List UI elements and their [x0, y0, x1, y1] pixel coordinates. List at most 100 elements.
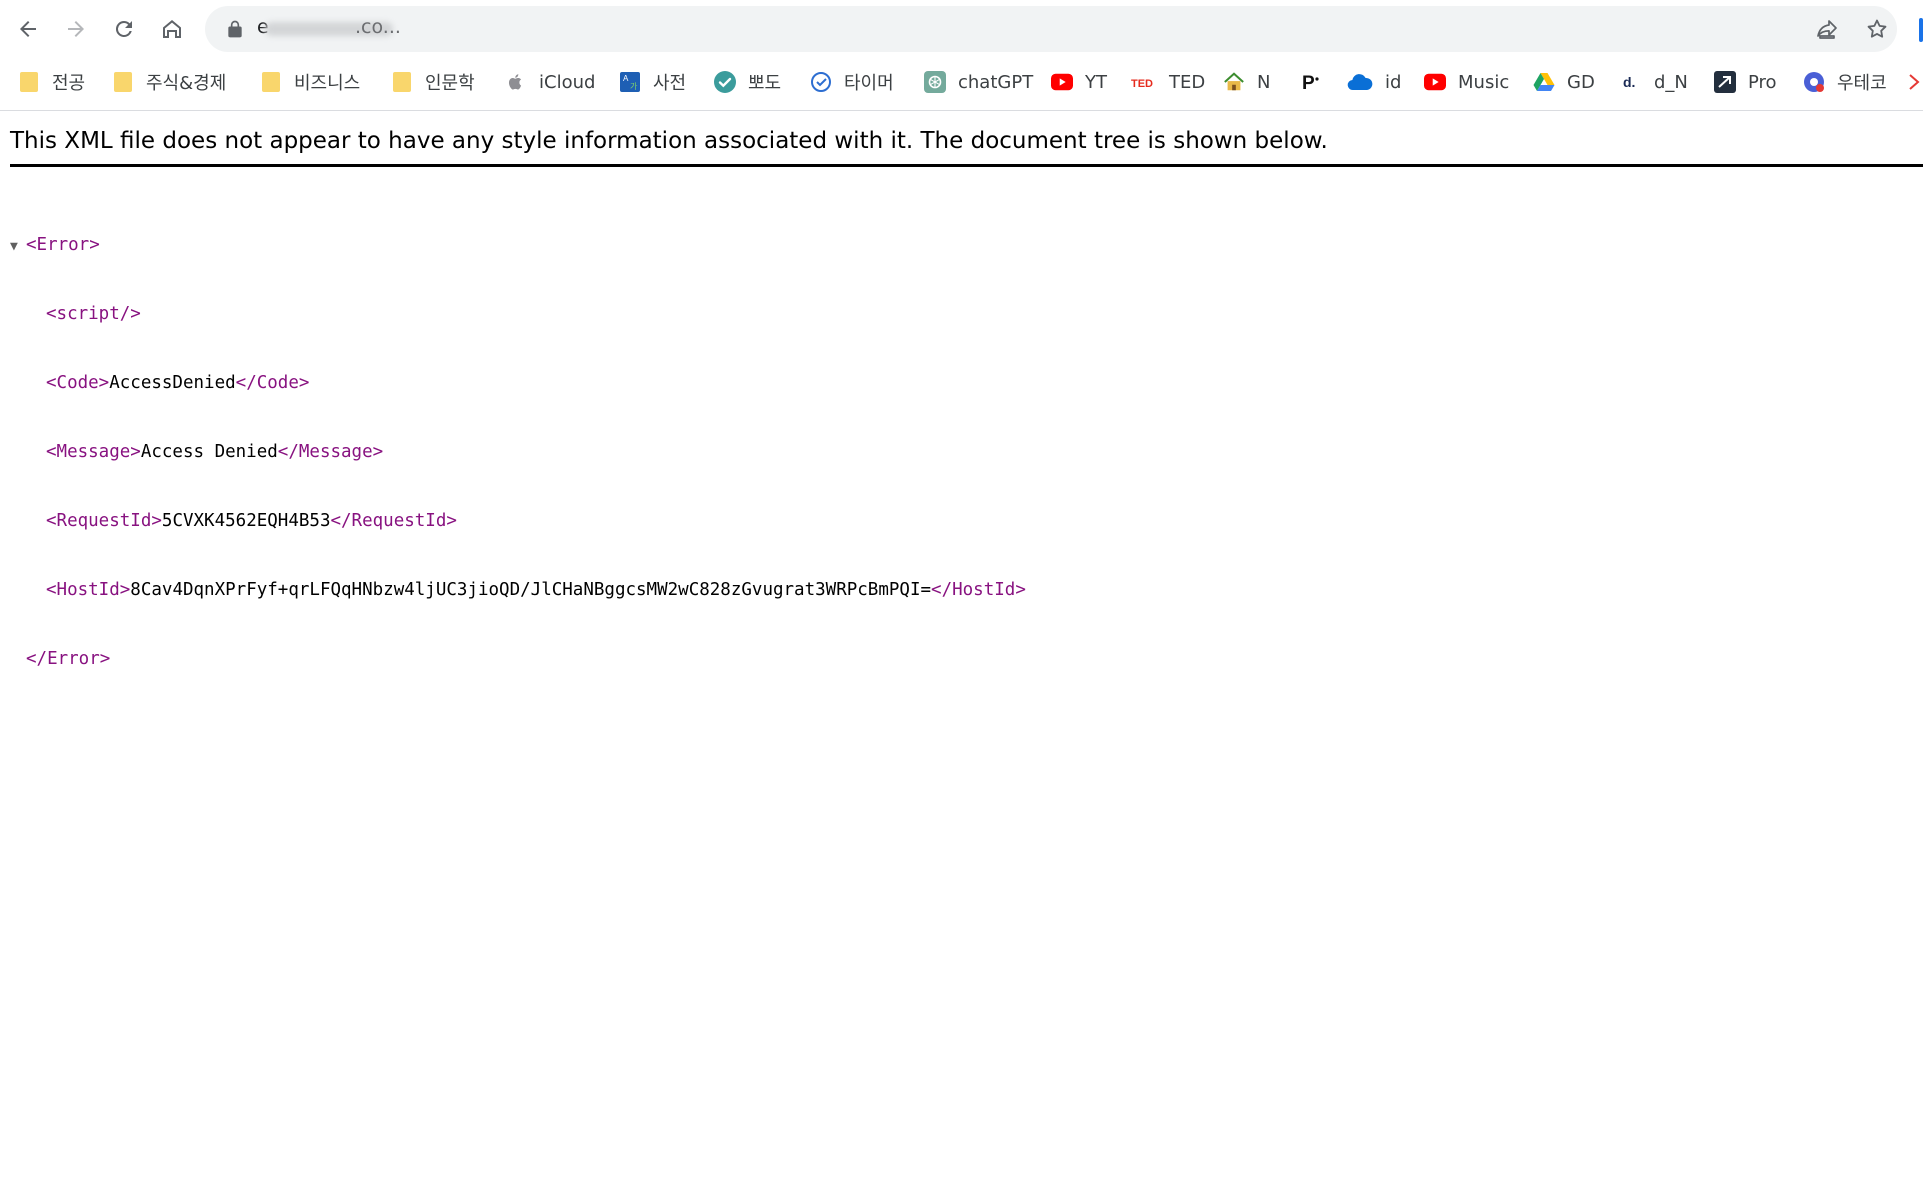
share-icon[interactable] — [1815, 17, 1839, 41]
svg-text:d.: d. — [1623, 74, 1635, 90]
p-logo-icon: P — [1300, 71, 1322, 93]
bookmark-d-n[interactable]: d. d_N — [1620, 58, 1688, 106]
folder-icon — [260, 71, 282, 93]
ted-icon: TED — [1131, 71, 1157, 93]
bookmark-chatgpt[interactable]: chatGPT — [924, 58, 1033, 106]
xml-requestid-line: <RequestId>5CVXK4562EQH4B53</RequestId> — [10, 510, 1026, 533]
url-text-tail: .co... — [355, 16, 401, 38]
bookmark-folder-비즈니스[interactable]: 비즈니스 — [260, 58, 360, 106]
bookmark-label: 뽀도 — [748, 73, 782, 94]
bookmark-label: 우테코 — [1837, 73, 1887, 94]
chrome-profile-icon — [1803, 71, 1825, 93]
bookmark-label: GD — [1567, 71, 1595, 93]
bookmark-music[interactable]: Music — [1424, 58, 1509, 106]
bookmark-label: Pro — [1748, 71, 1777, 93]
bookmark-pro[interactable]: Pro — [1714, 58, 1777, 106]
bookmark-label: 사전 — [653, 73, 687, 94]
bookmark-folder-주식경제[interactable]: 주식&경제 — [112, 58, 226, 106]
xml-error-open-line: ▼ <Error> — [10, 234, 1026, 257]
bookmark-label: d_N — [1654, 71, 1688, 93]
xml-tag: </RequestId> — [330, 511, 457, 531]
bookmark-label: 인문학 — [425, 73, 475, 94]
home-button[interactable] — [154, 11, 190, 47]
bookmarks-bar: 전공 주식&경제 비즈니스 인문학 iCloud A가 사전 뽀도 타이머 ch… — [0, 58, 1923, 111]
check-circle-icon — [714, 71, 736, 93]
bookmark-우테코[interactable]: 우테코 — [1803, 58, 1887, 106]
bookmark-label: 주식&경제 — [146, 73, 227, 94]
back-button[interactable] — [10, 11, 46, 47]
bookmark-label: YT — [1085, 71, 1107, 93]
xml-tag: <Error> — [26, 235, 100, 255]
xml-message-line: <Message>Access Denied</Message> — [10, 441, 1026, 464]
bookmark-label: 전공 — [52, 73, 86, 94]
xml-document-tree: ▼ <Error> <script/> <Code>AccessDenied</C… — [10, 188, 1026, 694]
folder-icon — [391, 71, 413, 93]
bookmark-p[interactable]: P — [1300, 58, 1334, 106]
bookmark-label: TED — [1169, 71, 1206, 93]
browser-toolbar: e .co... — [0, 0, 1923, 58]
bookmark-icloud[interactable]: iCloud — [505, 58, 595, 106]
bookmark-star-icon[interactable] — [1865, 17, 1889, 41]
xml-error-close-line: </Error> — [10, 648, 1026, 671]
xml-script-line: <script/> — [10, 303, 1026, 326]
xml-code-value: AccessDenied — [109, 373, 236, 393]
xml-code-line: <Code>AccessDenied</Code> — [10, 372, 1026, 395]
bookmark-타이머[interactable]: 타이머 — [810, 58, 894, 106]
timer-icon — [810, 71, 832, 93]
svg-text:TED: TED — [1131, 78, 1153, 88]
svg-text:A: A — [623, 74, 629, 83]
profile-edge[interactable] — [1919, 18, 1923, 42]
svg-text:가: 가 — [630, 82, 638, 91]
folder-icon — [112, 71, 134, 93]
reload-button[interactable] — [106, 11, 142, 47]
house-icon — [1223, 71, 1245, 93]
cloud-icon — [1347, 71, 1373, 93]
xml-tag: <RequestId> — [46, 511, 162, 531]
apple-icon — [505, 71, 527, 93]
youtube-icon — [1051, 71, 1073, 93]
bookmark-id[interactable]: id — [1347, 58, 1401, 106]
bookmark-folder-전공[interactable]: 전공 — [18, 58, 85, 106]
bookmark-folder-인문학[interactable]: 인문학 — [391, 58, 475, 106]
xml-hostid-value: 8Cav4DqnXPrFyf+qrLFQqHNbzw4ljUC3jioQD/Jl… — [130, 580, 932, 600]
bookmark-gd[interactable]: GD — [1533, 58, 1595, 106]
xml-tag: <Message> — [46, 442, 141, 462]
folder-icon — [18, 71, 40, 93]
reload-icon — [115, 20, 132, 37]
bookmark-label: N — [1257, 71, 1271, 93]
bookmark-overflow[interactable] — [1906, 58, 1923, 106]
arrow-left-icon — [20, 21, 36, 37]
forward-button[interactable] — [58, 11, 94, 47]
bookmark-n[interactable]: N — [1223, 58, 1270, 106]
collapse-triangle-icon[interactable]: ▼ — [10, 235, 26, 258]
xml-tag: <Code> — [46, 373, 110, 393]
xml-style-notice: This XML file does not appear to have an… — [10, 128, 1923, 167]
lock-icon — [228, 20, 242, 38]
xml-message-value: Access Denied — [140, 442, 278, 462]
arrow-right-icon — [68, 21, 84, 37]
dictionary-icon: A가 — [619, 71, 641, 93]
address-bar[interactable]: e .co... — [205, 6, 1897, 52]
bookmark-ted[interactable]: TED TED — [1131, 58, 1205, 106]
youtube-music-icon — [1424, 71, 1446, 93]
bookmark-뽀도[interactable]: 뽀도 — [714, 58, 781, 106]
xml-hostid-line: <HostId>8Cav4DqnXPrFyf+qrLFQqHNbzw4ljUC3… — [10, 579, 1026, 602]
openai-icon — [924, 71, 946, 93]
xml-tag: <script/> — [46, 304, 141, 324]
bookmark-label: chatGPT — [958, 71, 1034, 93]
svg-text:P: P — [1302, 73, 1315, 93]
bookmark-yt[interactable]: YT — [1051, 58, 1107, 106]
bookmark-사전[interactable]: A가 사전 — [619, 58, 686, 106]
pro-logo-icon — [1714, 71, 1736, 93]
xml-tag: </HostId> — [931, 580, 1026, 600]
xml-requestid-value: 5CVXK4562EQH4B53 — [161, 511, 331, 531]
xml-tag: <HostId> — [46, 580, 131, 600]
bookmark-label: Music — [1458, 71, 1510, 93]
d-logo-icon: d. — [1620, 71, 1642, 93]
folder-icon — [1906, 71, 1923, 93]
bookmark-label: id — [1385, 71, 1402, 93]
xml-tag: </Message> — [277, 442, 384, 462]
xml-tag: </Error> — [26, 649, 111, 669]
bookmark-label: 비즈니스 — [294, 73, 361, 94]
xml-tag: </Code> — [235, 373, 310, 393]
